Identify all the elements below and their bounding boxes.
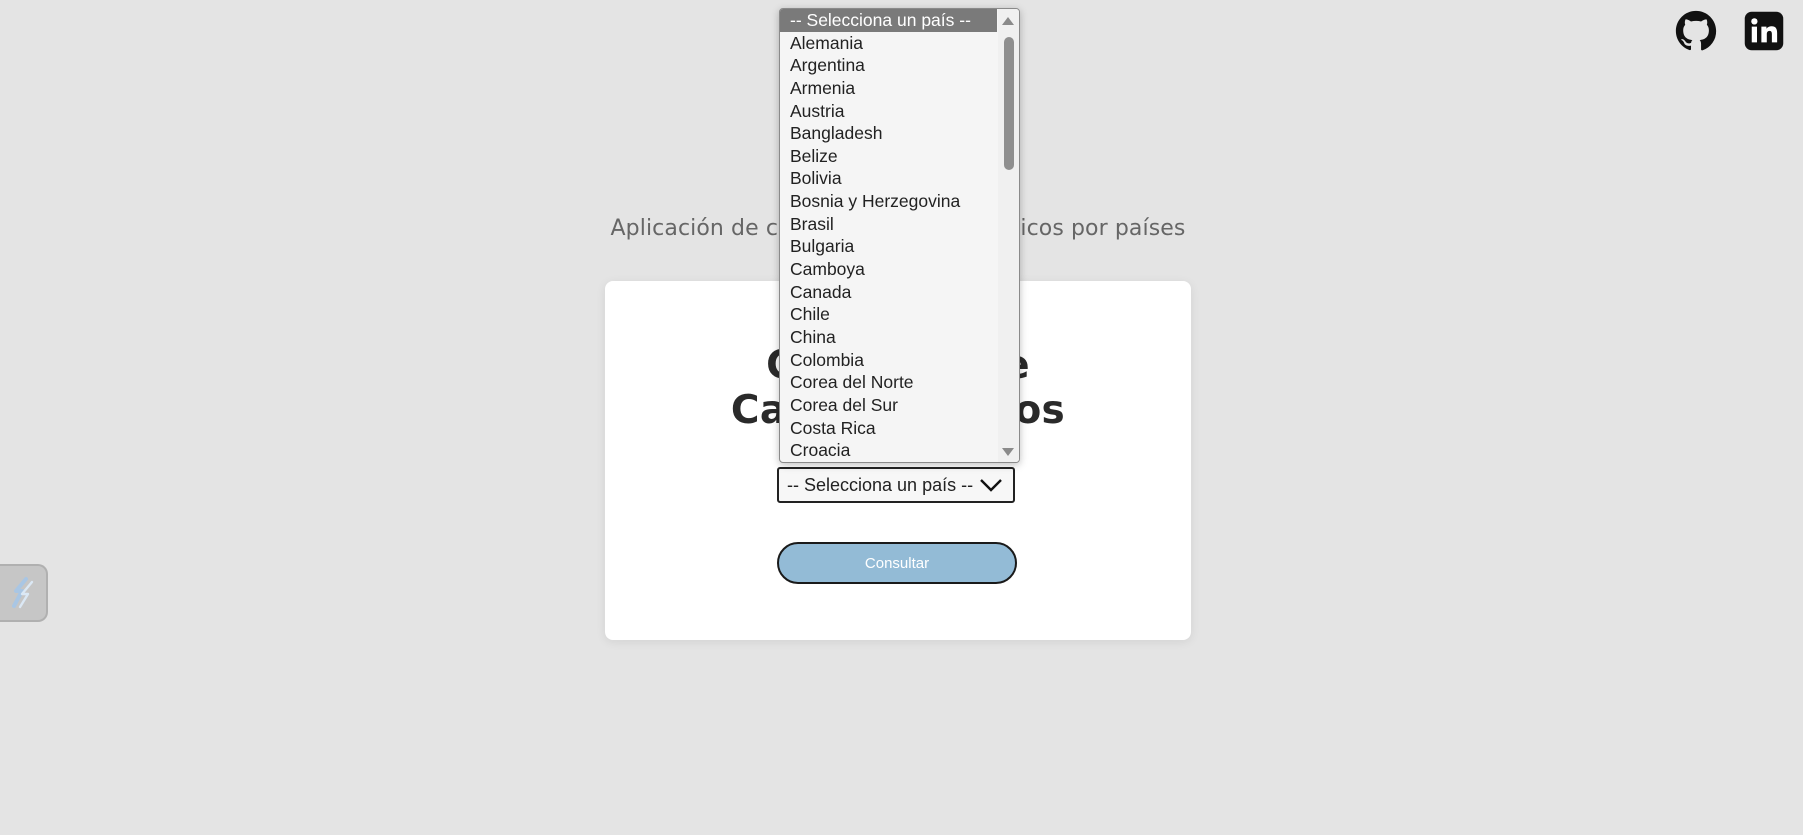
dropdown-option[interactable]: Brasil (780, 213, 997, 236)
country-dropdown[interactable]: -- Selecciona un país -- Alemania Argentin… (779, 8, 1020, 463)
extension-widget[interactable] (0, 564, 48, 622)
chevron-down-icon (980, 479, 1002, 492)
social-links (1675, 10, 1785, 52)
linkedin-icon[interactable] (1743, 10, 1785, 52)
dropdown-option[interactable]: Argentina (780, 54, 997, 77)
extension-icon (12, 577, 34, 609)
dropdown-option[interactable]: Croacia (780, 439, 997, 462)
dropdown-option[interactable]: Chile (780, 303, 997, 326)
dropdown-option[interactable]: Colombia (780, 349, 997, 372)
dropdown-option[interactable]: Bosnia y Herzegovina (780, 190, 997, 213)
dropdown-scrollbar[interactable] (998, 9, 1019, 462)
scroll-down-icon[interactable] (1002, 448, 1014, 456)
country-select[interactable]: -- Selecciona un país -- (777, 467, 1015, 503)
dropdown-option[interactable]: Costa Rica (780, 417, 997, 440)
dropdown-option[interactable]: Armenia (780, 77, 997, 100)
github-icon[interactable] (1675, 10, 1717, 52)
dropdown-option[interactable]: Corea del Norte (780, 371, 997, 394)
dropdown-option[interactable]: Camboya (780, 258, 997, 281)
dropdown-option-placeholder[interactable]: -- Selecciona un país -- (780, 9, 997, 32)
country-options-list: -- Selecciona un país -- Alemania Argentin… (780, 9, 997, 462)
dropdown-option[interactable]: Alemania (780, 32, 997, 55)
scroll-up-icon[interactable] (1002, 17, 1014, 25)
dropdown-option[interactable]: Bangladesh (780, 122, 997, 145)
dropdown-option[interactable]: Belize (780, 145, 997, 168)
country-select-value: -- Selecciona un país -- (787, 474, 974, 495)
dropdown-option[interactable]: Corea del Sur (780, 394, 997, 417)
dropdown-option[interactable]: China (780, 326, 997, 349)
dropdown-option[interactable]: Bulgaria (780, 235, 997, 258)
consult-button[interactable]: Consultar (777, 542, 1017, 584)
scroll-thumb[interactable] (1004, 37, 1014, 170)
dropdown-option[interactable]: Canada (780, 281, 997, 304)
dropdown-option[interactable]: Austria (780, 100, 997, 123)
dropdown-option[interactable]: Bolivia (780, 167, 997, 190)
